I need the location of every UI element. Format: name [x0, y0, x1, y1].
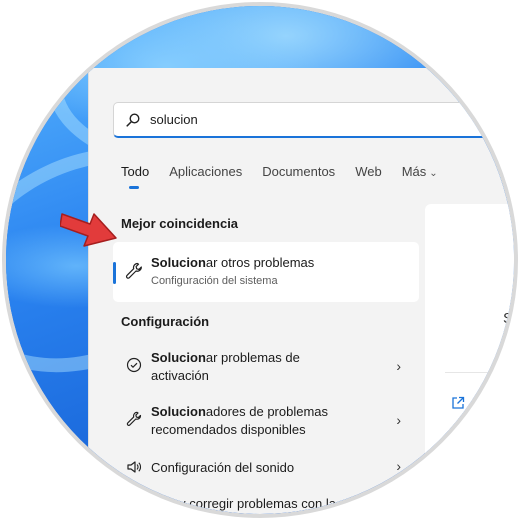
best-match-title: Solucionar otros problemas [151, 255, 315, 270]
tab-all[interactable]: Todo [121, 164, 149, 189]
screenshot: Todo Aplicaciones Documentos Web Más⌄ Me… [0, 0, 520, 520]
best-match-heading: Mejor coincidencia [121, 216, 239, 231]
search-input[interactable] [150, 112, 450, 127]
magnifier-circle: Todo Aplicaciones Documentos Web Más⌄ Me… [6, 6, 514, 514]
search-box[interactable] [113, 102, 514, 138]
red-pointer-arrow-icon [60, 213, 117, 247]
tab-more[interactable]: Más ⌄ [402, 164, 438, 179]
check-circle-icon [125, 356, 143, 374]
wrench-icon [125, 262, 143, 280]
preview-title: S [503, 310, 514, 327]
settings-item-title: …ar y corregir problemas con la [151, 496, 336, 511]
settings-item-recommended-troubleshooters[interactable]: Solucionadores de problemas recomendados … [113, 400, 419, 444]
best-match-item[interactable]: Solucionar otros problemas Configuración… [113, 242, 419, 302]
settings-item-activation[interactable]: Solucionar problemas de activación › [113, 346, 419, 390]
filter-tabs: Todo Aplicaciones Documentos Web Más ⌄ [121, 164, 458, 189]
wrench-icon [125, 410, 143, 428]
settings-item-title: Solucionadores de problemas recomendados … [151, 404, 329, 437]
open-external-icon[interactable] [451, 396, 465, 415]
settings-item-title: Solucionar problemas de activación [151, 350, 300, 383]
tab-apps[interactable]: Aplicaciones [169, 164, 242, 179]
selection-indicator [113, 262, 116, 284]
chevron-right-icon: › [396, 358, 401, 374]
active-tab-indicator [129, 186, 139, 189]
settings-item-sound[interactable]: Configuración del sonido › [113, 454, 419, 484]
preview-pane: S [425, 204, 514, 514]
preview-divider [445, 372, 514, 373]
search-icon [126, 112, 142, 128]
settings-item-partial[interactable]: …ar y corregir problemas con la [113, 494, 419, 514]
settings-item-title: Configuración del sonido [151, 460, 295, 475]
tab-web[interactable]: Web [355, 164, 382, 179]
settings-heading: Configuración [121, 314, 210, 329]
search-panel: Todo Aplicaciones Documentos Web Más⌄ Me… [88, 68, 514, 514]
chevron-right-icon: › [396, 458, 401, 474]
best-match-subtitle: Configuración del sistema [151, 275, 278, 287]
tab-documents[interactable]: Documentos [262, 164, 335, 179]
speaker-icon [125, 458, 143, 476]
chevron-down-icon: ⌄ [429, 168, 438, 179]
chevron-right-icon: › [396, 412, 401, 428]
